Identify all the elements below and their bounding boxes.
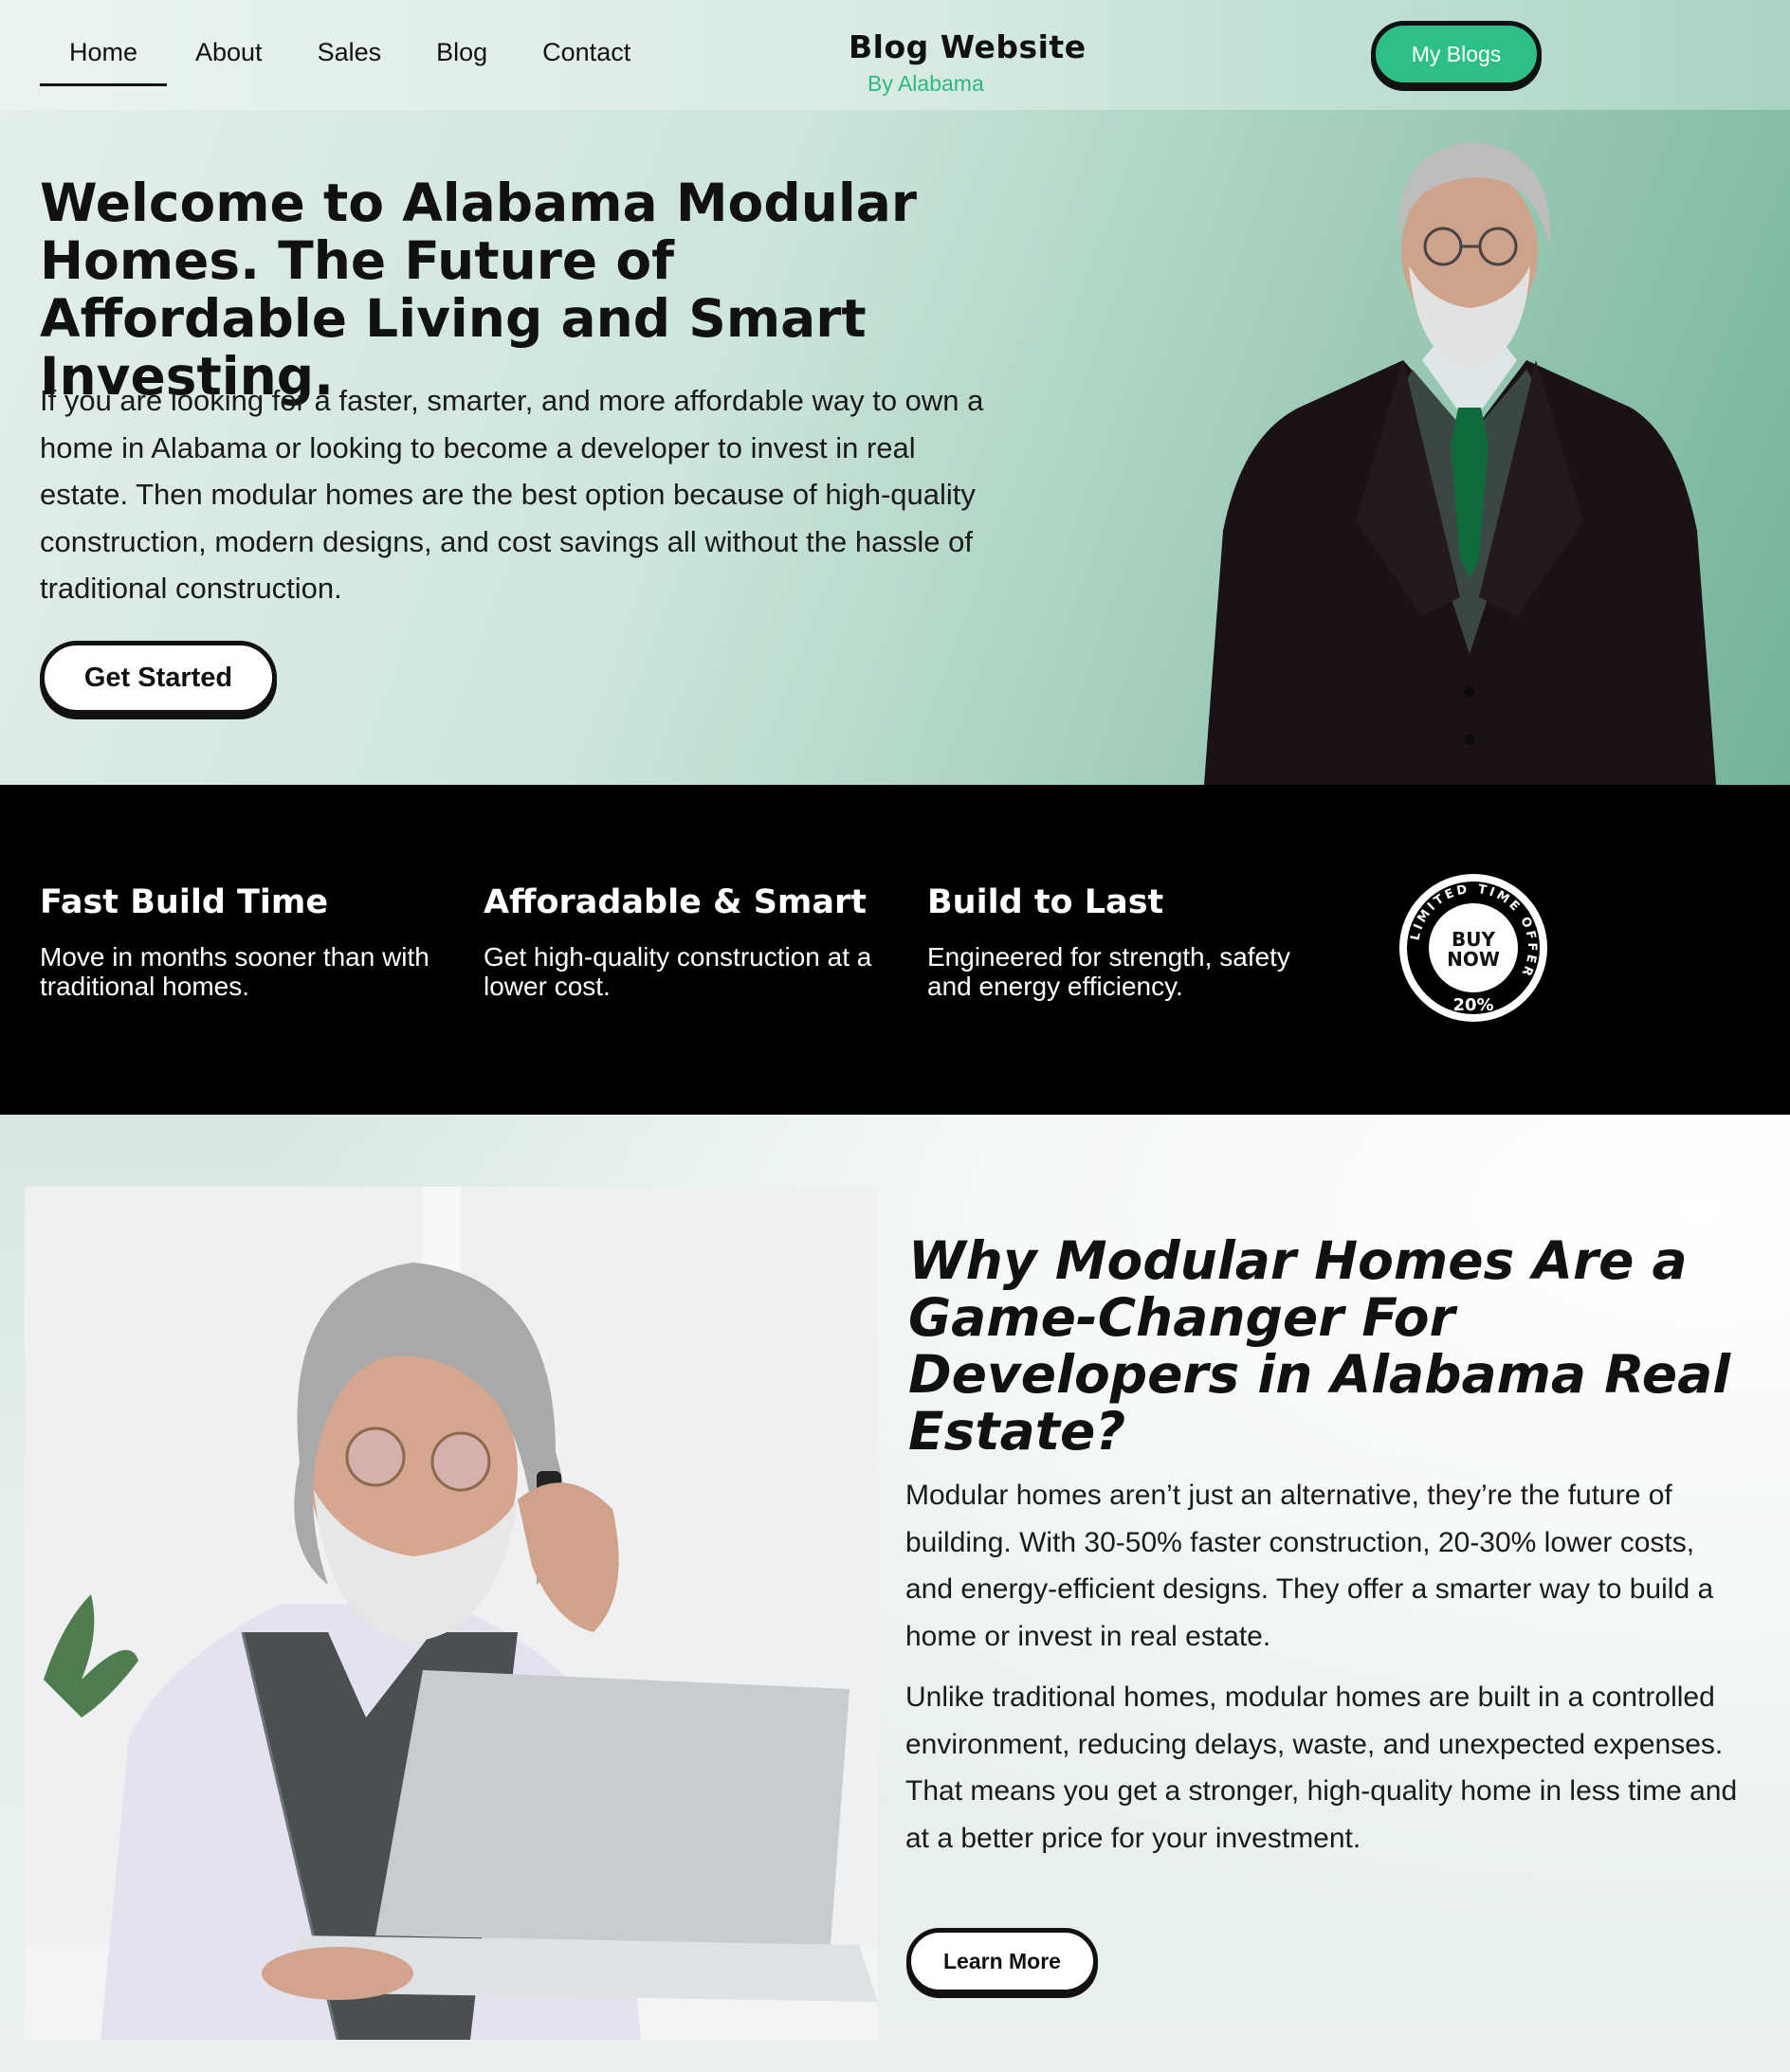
feature-affordable: Afforadable & Smart Get high-quality con… bbox=[484, 883, 882, 1001]
why-paragraph-1: Modular homes aren’t just an alternative… bbox=[905, 1480, 1714, 1652]
feature-fast-build: Fast Build Time Move in months sooner th… bbox=[40, 883, 438, 1001]
hero-text: If you are looking for a faster, smarter… bbox=[40, 384, 984, 605]
badge-line2: NOW bbox=[1447, 948, 1500, 971]
main-nav: Home About Sales Blog Contact bbox=[40, 34, 685, 86]
brand-subtitle: By Alabama bbox=[868, 71, 984, 96]
nav-contact-link[interactable]: Contact bbox=[542, 34, 630, 86]
site-header: Home About Sales Blog Contact Blog Websi… bbox=[0, 0, 1790, 110]
man-with-laptop-image bbox=[25, 1187, 878, 2040]
why-title: Why Modular Homes Are a Game-Changer For… bbox=[908, 1230, 1731, 1462]
nav-home-link[interactable]: Home bbox=[40, 34, 167, 86]
buy-now-badge[interactable]: LIMITED TIME OFFER BUY NOW 20% bbox=[1397, 872, 1549, 1024]
businessman-image bbox=[1204, 142, 1716, 785]
get-started-button[interactable]: Get Started bbox=[40, 641, 277, 715]
feature-text: Move in months sooner than with traditio… bbox=[40, 942, 429, 1001]
nav-about-link[interactable]: About bbox=[195, 34, 263, 86]
nav-sales-link[interactable]: Sales bbox=[318, 34, 382, 86]
learn-more-button[interactable]: Learn More bbox=[906, 1928, 1098, 1994]
badge-discount: 20% bbox=[1452, 995, 1493, 1015]
features-band: Fast Build Time Move in months sooner th… bbox=[0, 785, 1790, 1115]
hero-title: Welcome to Alabama Modular Homes. The Fu… bbox=[40, 173, 917, 407]
feature-build-to-last: Build to Last Engineered for strength, s… bbox=[927, 883, 1325, 1001]
brand-title: Blog Website bbox=[849, 28, 1087, 65]
why-section: Why Modular Homes Are a Game-Changer For… bbox=[0, 1115, 1790, 2072]
feature-title: Afforadable & Smart bbox=[484, 883, 868, 921]
why-paragraph-2: Unlike traditional homes, modular homes … bbox=[905, 1681, 1738, 1854]
feature-text: Get high-quality construction at a lower… bbox=[484, 942, 872, 1001]
hero-section: Welcome to Alabama Modular Homes. The Fu… bbox=[0, 110, 1790, 785]
brand-logo[interactable]: Blog Website By Alabama bbox=[849, 28, 1087, 97]
nav-blog-link[interactable]: Blog bbox=[436, 34, 487, 86]
feature-text: Engineered for strength, safety and ener… bbox=[927, 942, 1290, 1001]
feature-title: Fast Build Time bbox=[40, 883, 329, 921]
my-blogs-button[interactable]: My Blogs bbox=[1371, 21, 1542, 87]
feature-title: Build to Last bbox=[927, 883, 1164, 921]
